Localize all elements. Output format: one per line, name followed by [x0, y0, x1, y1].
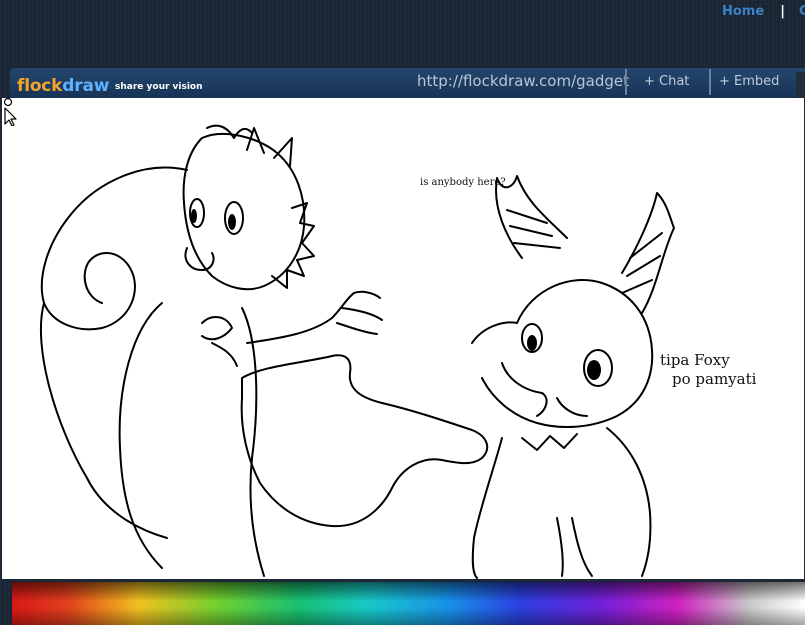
header-end-cap — [796, 72, 805, 98]
nav-separator: | — [780, 4, 785, 19]
flockdraw-logo[interactable]: flockdraw — [17, 76, 109, 96]
bat-pupil-left — [527, 335, 537, 351]
drawing-canvas[interactable]: is anybody here? tipa Foxy po pamyati — [2, 98, 804, 579]
header-divider — [709, 69, 711, 95]
chat-button[interactable]: + Chat — [644, 74, 689, 89]
bat-ear-left-lines — [506, 209, 561, 249]
squirrel-tail-outer — [40, 302, 168, 539]
squirrel-spikes — [271, 202, 315, 289]
bat-body-right — [606, 427, 652, 577]
caption-line-1: tipa Foxy — [660, 351, 730, 369]
nav-home-link[interactable]: Home — [722, 4, 764, 19]
squirrel-arm — [246, 290, 383, 344]
caption-line-2: po pamyati — [672, 370, 757, 388]
bat-body — [471, 437, 503, 579]
squirrel-pupil-right — [228, 214, 236, 230]
top-nav: Home | Ga — [722, 4, 805, 22]
arrow-cursor-icon — [3, 98, 17, 126]
bat-pupil-right — [587, 360, 601, 380]
cape — [240, 354, 489, 528]
logo-part-flock: flock — [17, 76, 63, 96]
squirrel-head — [182, 132, 306, 291]
gadget-url[interactable]: http://flockdraw.com/gadget — [417, 72, 629, 90]
squirrel-tail — [40, 166, 188, 331]
header-divider — [625, 69, 627, 95]
sketch-drawing — [40, 124, 675, 579]
embed-button[interactable]: + Embed — [719, 74, 779, 89]
logo-part-draw: draw — [62, 76, 110, 96]
squirrel-pupil-left — [191, 209, 197, 223]
bat-legs — [556, 517, 593, 577]
speech-text: is anybody here? — [420, 177, 506, 188]
nav-gallery-link[interactable]: Ga — [799, 4, 805, 19]
squirrel-hands — [201, 316, 238, 367]
color-palette[interactable] — [12, 582, 805, 625]
bat-cheek — [556, 397, 588, 417]
bat-ear-right — [621, 192, 675, 314]
tagline: share your vision — [115, 82, 203, 92]
bat-chest-tufts — [521, 433, 578, 451]
